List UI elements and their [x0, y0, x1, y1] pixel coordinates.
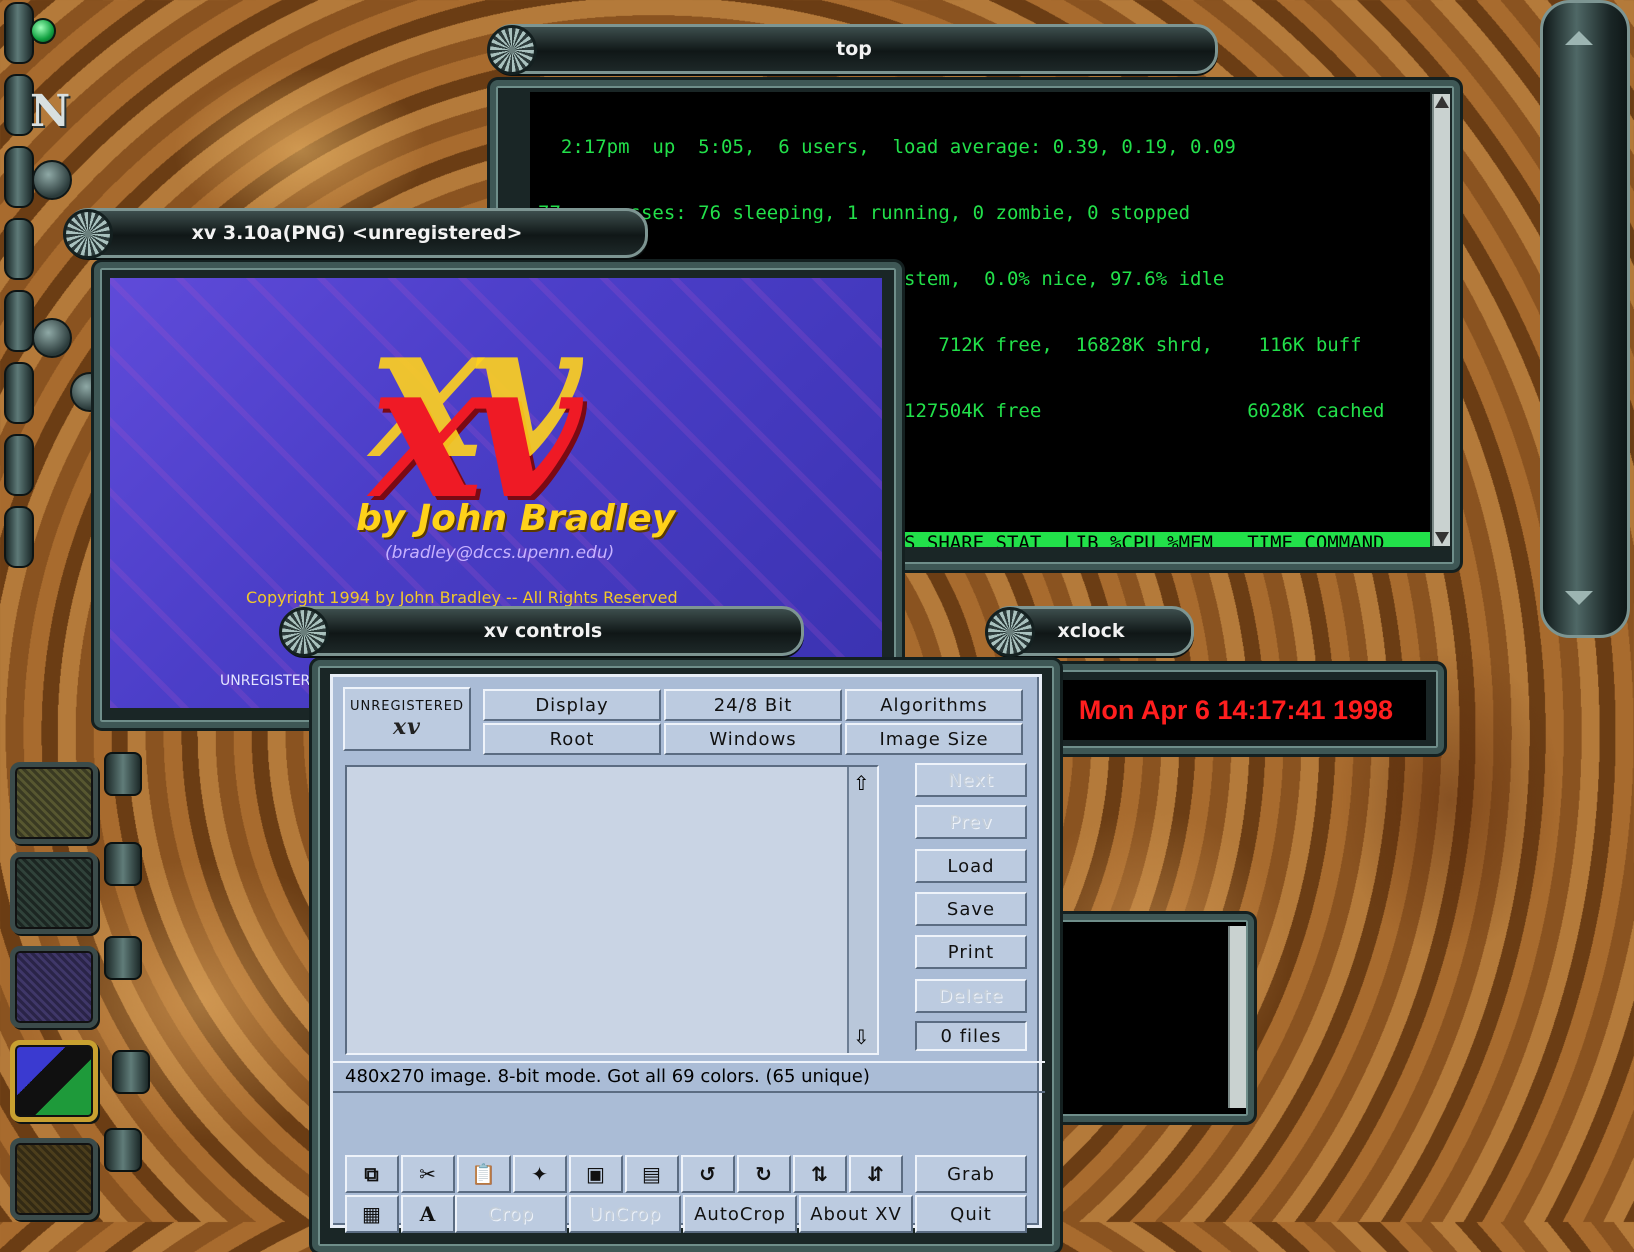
- next-button[interactable]: Next: [915, 763, 1027, 797]
- empty-terminal-frame[interactable]: [1036, 914, 1254, 1122]
- crop-button[interactable]: Crop: [455, 1195, 567, 1233]
- copyright-text: Copyright 1994 by John Bradley -- All Ri…: [246, 588, 678, 607]
- uptime-line: 2:17pm up 5:05, 6 users, load average: 0…: [538, 136, 1236, 158]
- root-menu-button[interactable]: Root: [483, 723, 661, 755]
- desktop-pager-3[interactable]: [10, 946, 98, 1028]
- badge-text: UNREGISTERED: [349, 698, 465, 714]
- monitor-arm: [104, 752, 142, 796]
- right-edge-scroller[interactable]: [1540, 0, 1630, 638]
- status-line: 480x270 image. 8-bit mode. Got all 69 co…: [333, 1061, 1045, 1093]
- file-list-scrollbar[interactable]: ⇧ ⇩: [847, 767, 877, 1053]
- text-icon[interactable]: A: [401, 1195, 455, 1233]
- scroll-up-icon[interactable]: [1435, 96, 1449, 108]
- rotate-right-icon[interactable]: ↻: [737, 1155, 791, 1193]
- autocrop-button[interactable]: AutoCrop: [683, 1195, 797, 1233]
- uncrop-button[interactable]: UnCrop: [569, 1195, 681, 1233]
- pen-icon[interactable]: [32, 160, 72, 200]
- dock-slot: [4, 362, 34, 424]
- monitor-arm: [112, 1050, 150, 1094]
- clock-display: Mon Apr 6 14:17:41 1998: [1046, 680, 1426, 740]
- window-title: xv controls: [483, 620, 603, 642]
- xv-controls-titlebar[interactable]: xv controls: [279, 606, 804, 657]
- dock-slot: [4, 506, 34, 568]
- prev-button[interactable]: Prev: [915, 805, 1027, 839]
- desktop-pager-5[interactable]: [10, 1138, 98, 1220]
- author-email: (bradley@dccs.upenn.edu): [385, 543, 615, 563]
- save-button[interactable]: Save: [915, 892, 1027, 926]
- window-title: xv 3.10a(PNG) <unregistered>: [191, 222, 523, 244]
- display-menu-button[interactable]: Display: [483, 689, 661, 721]
- desktop-pager-2[interactable]: [10, 852, 98, 934]
- rotate-left-icon[interactable]: ↺: [681, 1155, 735, 1193]
- windows-menu-button[interactable]: Windows: [664, 723, 842, 755]
- annotate-icon[interactable]: ▤: [625, 1155, 679, 1193]
- xv-image-titlebar[interactable]: xv 3.10a(PNG) <unregistered>: [63, 208, 648, 259]
- grab-button[interactable]: Grab: [915, 1155, 1027, 1193]
- terminal-scrollbar[interactable]: [1432, 94, 1450, 546]
- top-window-titlebar[interactable]: top: [487, 24, 1218, 75]
- dock-slot: [4, 290, 34, 352]
- clear-icon[interactable]: ✦: [513, 1155, 567, 1193]
- window-menu-knob-icon[interactable]: [985, 607, 1035, 657]
- dock-slot: [4, 218, 34, 280]
- monitor-arm: [104, 842, 142, 886]
- processes-line: 77 processes: 76 sleeping, 1 running, 0 …: [538, 202, 1191, 224]
- dock-slot: [4, 434, 34, 496]
- window-title: xclock: [1057, 620, 1125, 642]
- empty-terminal-scrollbar[interactable]: [1228, 926, 1246, 1108]
- status-led-icon[interactable]: [30, 18, 56, 44]
- frame-icon[interactable]: ▦: [345, 1195, 399, 1233]
- scroll-down-icon[interactable]: [1435, 532, 1449, 544]
- window-title: top: [836, 38, 872, 60]
- paste-icon[interactable]: 📋: [457, 1155, 511, 1193]
- desktop-pager-4-active[interactable]: [10, 1040, 98, 1122]
- scroll-down-arrow-icon[interactable]: ⇩: [853, 1025, 870, 1049]
- down-arrow-icon[interactable]: [1565, 591, 1593, 605]
- flip-v-icon[interactable]: ⇵: [849, 1155, 903, 1193]
- flip-h-icon[interactable]: ⇅: [793, 1155, 847, 1193]
- pad-icon[interactable]: ▣: [569, 1155, 623, 1193]
- copy-icon[interactable]: ⧉: [345, 1155, 399, 1193]
- 24-8-bit-menu-button[interactable]: 24/8 Bit: [664, 689, 842, 721]
- xv-controls-panel: UNREGISTERED xv Display 24/8 Bit Algorit…: [330, 674, 1045, 1233]
- window-menu-knob-icon[interactable]: [487, 25, 537, 75]
- file-list[interactable]: ⇧ ⇩: [345, 765, 879, 1055]
- monitor-arm: [104, 936, 142, 980]
- author-text: by John Bradley: [356, 498, 676, 539]
- window-menu-knob-icon[interactable]: [63, 209, 113, 259]
- scroll-up-arrow-icon[interactable]: ⇧: [853, 771, 870, 795]
- algorithms-menu-button[interactable]: Algorithms: [845, 689, 1023, 721]
- speaker-icon[interactable]: [32, 318, 72, 358]
- about-xv-button[interactable]: About XV: [799, 1195, 913, 1233]
- monitor-arm: [104, 1128, 142, 1172]
- quit-button[interactable]: Quit: [915, 1195, 1027, 1233]
- window-menu-knob-icon[interactable]: [279, 607, 329, 657]
- dock-slot: [4, 146, 34, 208]
- xclock-titlebar[interactable]: xclock: [985, 606, 1194, 657]
- netscape-icon[interactable]: N: [30, 86, 70, 137]
- up-arrow-icon[interactable]: [1565, 31, 1593, 45]
- unregistered-badge[interactable]: UNREGISTERED xv: [343, 687, 471, 751]
- desktop-pager-1[interactable]: [10, 762, 98, 844]
- delete-button[interactable]: Delete: [915, 979, 1027, 1013]
- image-size-menu-button[interactable]: Image Size: [845, 723, 1023, 755]
- cut-icon[interactable]: ✂: [401, 1155, 455, 1193]
- xv-mini-logo: xv: [393, 713, 421, 740]
- print-button[interactable]: Print: [915, 935, 1027, 969]
- file-count: 0 files: [915, 1021, 1027, 1051]
- load-button[interactable]: Load: [915, 849, 1027, 883]
